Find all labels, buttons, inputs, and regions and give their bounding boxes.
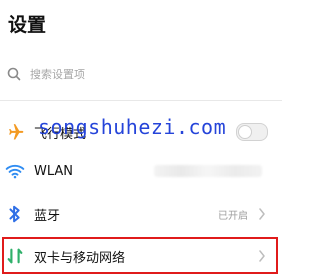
wifi-icon	[4, 160, 26, 182]
chevron-right-icon	[259, 208, 265, 220]
airplane-mode-toggle[interactable]	[236, 123, 268, 141]
bluetooth-icon	[4, 203, 26, 225]
setting-label: WLAN	[34, 163, 74, 179]
highlight-box	[2, 237, 278, 274]
setting-bluetooth[interactable]: 蓝牙 已开启	[0, 196, 282, 232]
wlan-network-name-redacted	[154, 165, 262, 177]
bluetooth-status: 已开启	[218, 210, 248, 222]
setting-label: 蓝牙	[34, 208, 61, 224]
search-bar[interactable]: 搜索设置项	[2, 62, 266, 86]
airplane-icon	[4, 121, 26, 143]
toggle-knob	[238, 125, 252, 139]
search-icon	[7, 67, 21, 81]
watermark-text: songshuhezi.com	[38, 115, 227, 139]
page-title: 设置	[8, 14, 47, 36]
search-placeholder: 搜索设置项	[30, 68, 85, 81]
divider	[0, 100, 282, 101]
